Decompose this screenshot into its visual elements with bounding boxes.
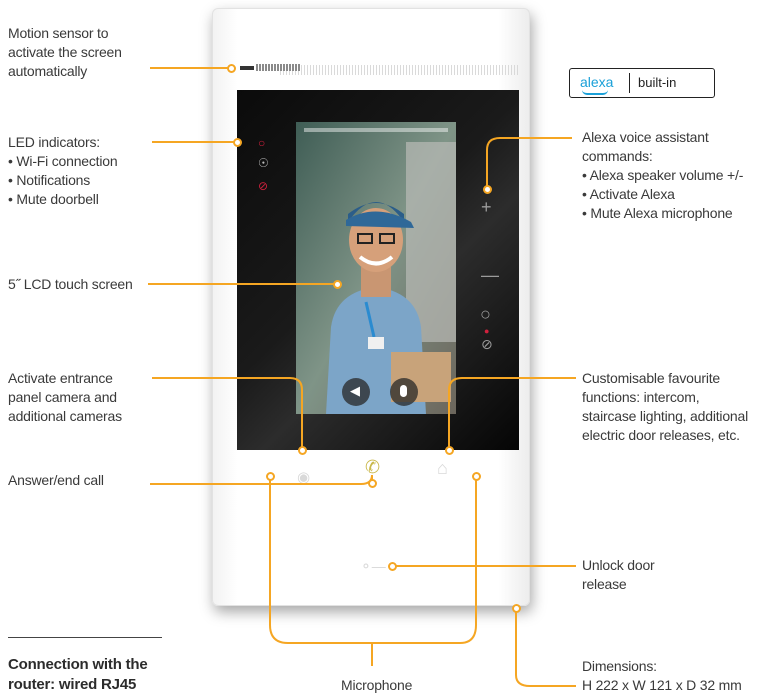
- callout-dot-unlock: [388, 562, 397, 571]
- callout-answer: [150, 474, 373, 485]
- callout-favourites: [448, 377, 576, 449]
- label-favourites: Customisable favourite functions: interc…: [582, 370, 748, 443]
- callout-dot-camera: [298, 446, 307, 455]
- label-microphone: Microphone: [341, 677, 413, 693]
- alexa-logo-text: alexa: [580, 74, 614, 90]
- label-activate-camera: Activate entrance panel camera and addit…: [8, 370, 122, 424]
- divider-rule: [8, 637, 162, 638]
- callout-dot-mic-right: [472, 472, 481, 481]
- callout-alexa: [486, 137, 572, 188]
- callout-microphone: [269, 476, 477, 644]
- callout-dot-led: [233, 138, 242, 147]
- built-in-text: built-in: [638, 75, 677, 90]
- label-led-indicators: LED indicators: • Wi-Fi connection • Not…: [8, 134, 118, 207]
- callout-dot-mic-left: [266, 472, 275, 481]
- badge-separator: [629, 73, 630, 93]
- callout-dot-motion: [227, 64, 236, 73]
- callout-dimensions: [515, 610, 576, 687]
- label-connection: Connection with the router: wired RJ45: [8, 656, 148, 693]
- callout-dot-dimensions: [512, 604, 521, 613]
- label-motion-sensor: Motion sensor to activate the screen aut…: [8, 25, 122, 79]
- callout-dot-favourites: [445, 446, 454, 455]
- label-lcd: 5˝ LCD touch screen: [8, 276, 133, 292]
- label-unlock: Unlock door release: [582, 557, 655, 592]
- label-dimensions: Dimensions: H 222 x W 121 x D 32 mm: [582, 658, 742, 693]
- callout-dot-lcd: [333, 280, 342, 289]
- callout-dot-alexa: [483, 185, 492, 194]
- callout-dot-answer: [368, 479, 377, 488]
- label-alexa-commands: Alexa voice assistant commands: • Alexa …: [582, 129, 744, 221]
- alexa-smile-icon: [582, 90, 608, 95]
- callout-camera: [152, 377, 303, 449]
- callout-lines: [148, 67, 576, 687]
- label-answer-call: Answer/end call: [8, 472, 104, 488]
- alexa-built-in-badge: alexa built-in: [569, 68, 715, 98]
